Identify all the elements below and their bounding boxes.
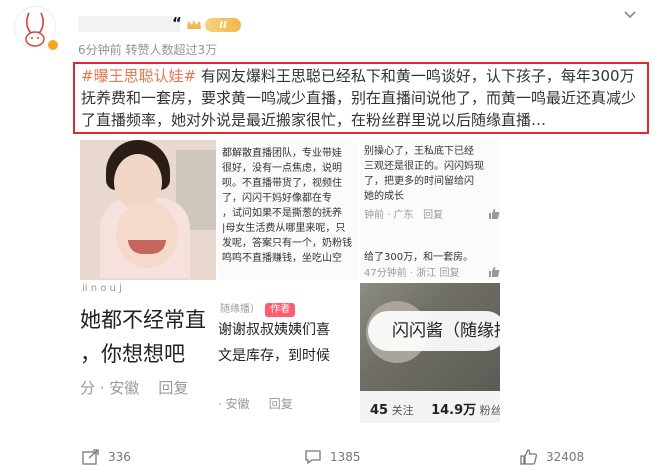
profile-card[interactable]: 闪闪酱（随缘播 45 关注 14.9万 粉丝 — [360, 283, 500, 423]
repost-count: 336 — [108, 450, 131, 464]
profile-stats: 45 关注 14.9万 粉丝 — [370, 399, 500, 418]
comment-author[interactable]: 随缘播） — [220, 304, 260, 315]
comment-line: 给了300万，和一套房。 — [364, 252, 474, 263]
comment-zoom-2[interactable]: 随缘播） 作者 谢谢叔叔姨姨们喜 文是库存，到时候 · 安徽 回复 — [218, 283, 358, 423]
like-icon[interactable] — [488, 208, 500, 220]
comment-line: 鸣鸣不直播赚钱，坐吃山空 — [222, 253, 342, 264]
comment-line: 她的成长 — [364, 191, 404, 202]
comment-screenshot-1[interactable]: 都解散直播团队，专业带娃 很好，没有一点焦虑，说明 呗。不直播带货了，视频住 了… — [218, 140, 358, 280]
photo-face — [114, 154, 162, 210]
comment-line: 文是库存，到时候 — [218, 348, 330, 364]
username[interactable]: “ — [172, 14, 183, 32]
like-icon[interactable] — [488, 266, 500, 278]
comment-count: 1385 — [330, 450, 361, 464]
comment-time: 钟前 · 广东 — [364, 210, 414, 221]
photo-baby — [116, 202, 178, 268]
crown-icon — [187, 20, 201, 29]
thumbs-up-icon — [520, 449, 538, 465]
fans-count: 14.9万 — [431, 403, 477, 418]
chevron-down-icon[interactable] — [622, 6, 638, 22]
photo-mother-baby[interactable] — [80, 140, 216, 280]
comment-line: 别操心了，王私底下已经 — [364, 146, 474, 157]
comment-time: 分 · 安徽 — [80, 379, 140, 397]
comment-zoom-1[interactable]: ii n o u j 她都不经常直 ，你想想吧 分 · 安徽 回复 — [80, 283, 216, 423]
reply-link[interactable]: 回复 — [158, 379, 188, 397]
comment-line: 三观还是很正的。闪闪妈现 — [364, 161, 484, 172]
comment-line: 了，把更多的时间留给闪 — [364, 176, 474, 187]
member-level-badge: II — [205, 18, 241, 32]
comment-line: 谢谢叔叔姨姨们喜 — [218, 322, 330, 338]
comment-line: 很好，没有一点焦虑，说明 — [222, 163, 342, 174]
comment-screenshot-2[interactable]: 别操心了，王私底下已经 三观还是很正的。闪闪妈现 了，把更多的时间留给闪 她的成… — [360, 140, 500, 280]
repost-button[interactable]: 336 — [82, 449, 131, 465]
repost-icon — [82, 449, 99, 465]
like-count: 32408 — [546, 450, 585, 464]
post-meta: 6分钟前 转赞人数超过3万 — [78, 43, 218, 57]
hashtag-link[interactable]: #曝王思聪认娃# — [81, 67, 196, 85]
username-redacted — [78, 16, 180, 32]
comment-line: 都解散直播团队，专业带娃 — [222, 148, 342, 159]
comment-line: 了，闪闪干妈好像都在专 — [222, 193, 332, 204]
comment-line: |母女生活费从哪里来呢，只 — [222, 223, 346, 234]
comment-line: ，你想想吧 — [80, 342, 185, 366]
comment-line: 呗。不直播带货了，视频住 — [222, 178, 342, 189]
comment-time: · 安徽 — [218, 397, 250, 411]
blurred-text: ii n o u j — [82, 283, 122, 294]
like-button[interactable]: 32408 — [520, 449, 584, 465]
comment-time: 47分钟前 · 浙江 回复 — [364, 268, 460, 279]
reply-link[interactable]: 回复 — [269, 397, 293, 411]
author-badge: 作者 — [265, 303, 296, 317]
profile-name[interactable]: 闪闪酱（随缘播 — [368, 311, 500, 351]
comment-line: ，试问如果不是撕葱的抚养 — [222, 208, 342, 219]
comment-icon — [305, 450, 321, 465]
follow-count: 45 — [370, 403, 389, 418]
post-text-highlight: #曝王思聪认娃# 有网友爆料王思聪已经私下和黄一鸣谈好，认下孩子，每年300万抚… — [73, 62, 649, 134]
comment-button[interactable]: 1385 — [304, 449, 361, 465]
verified-badge-icon — [46, 38, 60, 52]
fans-label: 粉丝 — [479, 404, 500, 417]
comment-line: 发呢，答案只有一个，奶粉钱 — [222, 238, 352, 249]
reply-link[interactable]: 回复 — [423, 210, 443, 221]
comment-line: 她都不经常直 — [80, 308, 206, 332]
follow-label: 关注 — [391, 404, 414, 417]
